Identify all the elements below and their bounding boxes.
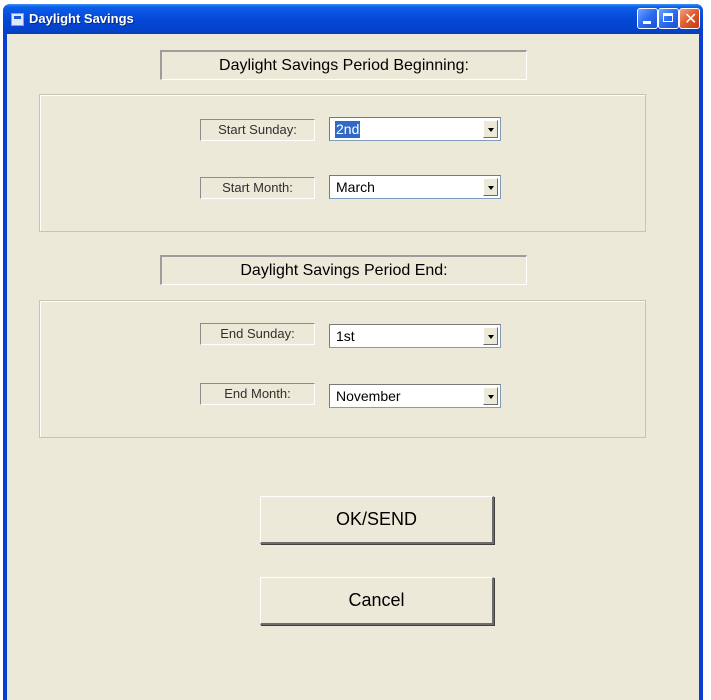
dropdown-arrow-icon[interactable]	[483, 387, 498, 405]
end-section-header: Daylight Savings Period End:	[160, 255, 527, 285]
end-month-label: End Month:	[200, 383, 315, 405]
maximize-icon	[663, 13, 673, 22]
start-sunday-value: 2nd	[335, 121, 361, 138]
window-title: Daylight Savings	[29, 11, 134, 26]
dialog-client-area: Daylight Savings Period Beginning: Start…	[7, 34, 699, 700]
start-sunday-select[interactable]: 2nd	[329, 117, 501, 141]
close-button[interactable]: ✕	[679, 8, 700, 29]
end-sunday-select[interactable]: 1st	[329, 324, 501, 348]
end-month-value: November	[336, 388, 401, 404]
maximize-button[interactable]	[658, 8, 679, 29]
daylight-savings-window: Daylight Savings ✕ Daylight Savings Peri…	[3, 4, 703, 700]
ok-send-button[interactable]: OK/SEND	[260, 496, 494, 544]
start-month-label: Start Month:	[200, 177, 315, 199]
title-bar[interactable]: Daylight Savings ✕	[3, 4, 703, 34]
minimize-button[interactable]	[637, 8, 658, 29]
start-month-select[interactable]: March	[329, 175, 501, 199]
end-sunday-label: End Sunday:	[200, 323, 315, 345]
beginning-group: Start Sunday: 2nd Start Month: March	[39, 94, 646, 232]
dropdown-arrow-icon[interactable]	[483, 327, 498, 345]
close-icon: ✕	[684, 9, 698, 28]
end-group: End Sunday: 1st End Month: November	[39, 300, 646, 438]
dropdown-arrow-icon[interactable]	[483, 178, 498, 196]
minimize-icon	[643, 21, 651, 24]
start-sunday-label: Start Sunday:	[200, 119, 315, 141]
cancel-button[interactable]: Cancel	[260, 577, 494, 625]
start-month-value: March	[336, 179, 375, 195]
dropdown-arrow-icon[interactable]	[483, 120, 498, 138]
end-month-select[interactable]: November	[329, 384, 501, 408]
beginning-section-header: Daylight Savings Period Beginning:	[160, 50, 527, 80]
app-icon[interactable]	[11, 13, 24, 26]
end-sunday-value: 1st	[336, 328, 355, 344]
